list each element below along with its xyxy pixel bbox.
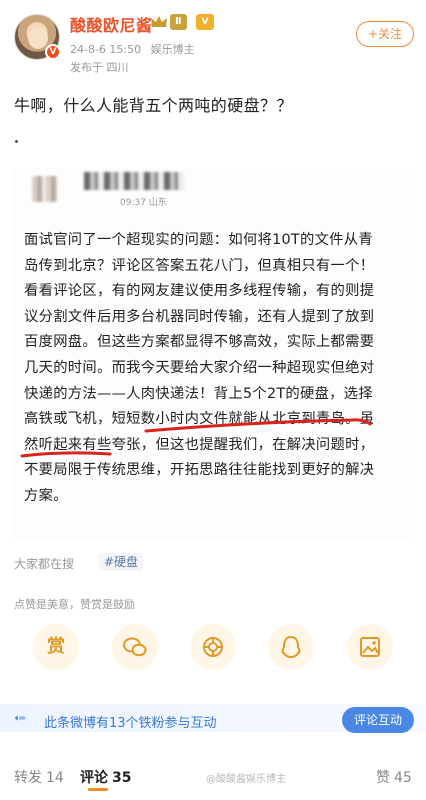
moments-icon[interactable] [190,624,236,670]
watermark: @酸酸酱娱乐博主 [206,774,286,785]
comment-interact-button[interactable]: 评论互动 [342,707,414,733]
active-tab-underline [88,788,108,791]
avatar[interactable]: V [14,14,61,60]
post-header: V 酸酸欧尼酱 Ⅱ V 24-8-6 15:50 娱乐博主 发布于 四川 +关注 [0,0,426,80]
wechat-glyph [123,637,147,657]
image-share-glyph [360,637,380,657]
tab-repost[interactable]: 转发 14 [14,767,64,787]
tab-comment-count: 35 [112,770,132,786]
dot-divider [15,140,18,143]
moments-glyph [203,637,223,657]
tab-comment-label: 评论 [80,770,108,786]
qq-icon[interactable] [268,624,314,670]
crown-icon [151,16,167,27]
tab-like[interactable]: 赞 45 [376,767,412,787]
level-badge: Ⅱ [170,14,187,30]
embed-line: 不要局限于传统思维，开拓思路往往能找到更好的解决 [24,462,375,479]
blurred-avatar [32,176,58,202]
qq-glyph [281,635,301,659]
tab-repost-label: 转发 [14,770,42,786]
like-hint: 点赞是美意，赞赏是鼓励 [14,598,135,611]
wechat-icon[interactable] [112,624,158,670]
embed-line: 百度网盘。但这些方案都显得不够高效，实际上都需要 [24,334,375,351]
embed-line: 看看评论区，有的网友建议使用多线程传输，有的则提 [24,283,375,300]
image-share-icon[interactable] [347,624,393,670]
blurred-user-name [84,172,184,190]
tab-like-label: 赞 [376,770,390,786]
post-date: 24-8-6 15:50 [70,43,142,56]
user-tag: 娱乐博主 [150,43,195,56]
post-text: 牛啊，什么人能背五个两吨的硬盘？？ [14,96,293,115]
verified-badge-icon: V [45,44,61,60]
embed-body: 面试官问了一个超现实的问题：如何将10T的文件从青 岛传到北京？评论区答案五花八… [24,228,412,510]
embed-line: 高铁或飞机，短短数小时内文件就能从北京到青岛。虽 [24,411,375,428]
embed-time: 09:37 山东 [120,198,167,208]
embed-line: 然听起来有些夸张，但这也提醒我们，在解决问题时， [24,436,375,453]
embedded-screenshot[interactable]: 09:37 山东 面试官问了一个超现实的问题：如何将10T的文件从青 岛传到北京… [12,168,414,540]
embed-line: 方案。 [24,487,68,504]
embed-line: 议分割文件后用多台机器同时传输，还有人提到了放到 [24,308,375,325]
tab-like-count: 45 [394,770,412,786]
tab-repost-count: 14 [46,770,64,786]
trending-search-label: 大家都在搜 [14,557,75,571]
follow-button[interactable]: +关注 [356,21,414,47]
fan-banner-icon [14,715,26,721]
vip-icon: V [196,14,214,30]
tab-comment[interactable]: 评论 35 [80,767,131,787]
embed-line: 快递的方法——人肉快递法！背上5个2T的硬盘，选择 [24,385,373,402]
hashtag-link[interactable]: #硬盘 [99,553,144,571]
user-name[interactable]: 酸酸欧尼酱 [70,12,153,36]
avatar-face [28,27,48,49]
embed-line: 几天的时间。而我今天要给大家介绍一种超现实但绝对 [24,359,375,376]
post-location: 发布于 四川 [70,61,129,74]
fan-banner-text: 此条微博有13个铁粉参与互动 [44,716,217,731]
embed-line: 面试官问了一个超现实的问题：如何将10T的文件从青 [24,232,373,248]
reward-icon[interactable]: 赏 [33,624,79,670]
reward-glyph: 赏 [47,636,65,657]
post-meta: 24-8-6 15:50 娱乐博主 [70,41,201,57]
embed-line: 岛传到北京？评论区答案五花八门，但真相只有一个！ [24,257,375,274]
